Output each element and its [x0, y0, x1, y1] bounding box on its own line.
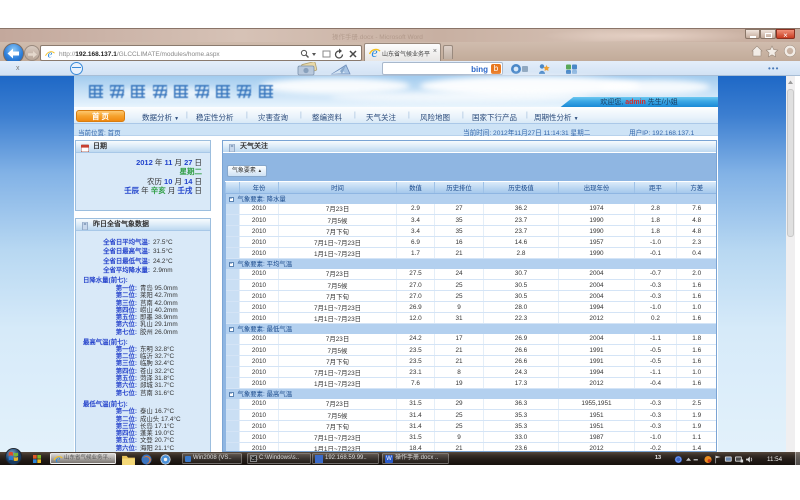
svg-text:e: e — [56, 454, 61, 464]
svg-text:e: e — [48, 50, 53, 59]
svg-text:e: e — [371, 46, 377, 59]
